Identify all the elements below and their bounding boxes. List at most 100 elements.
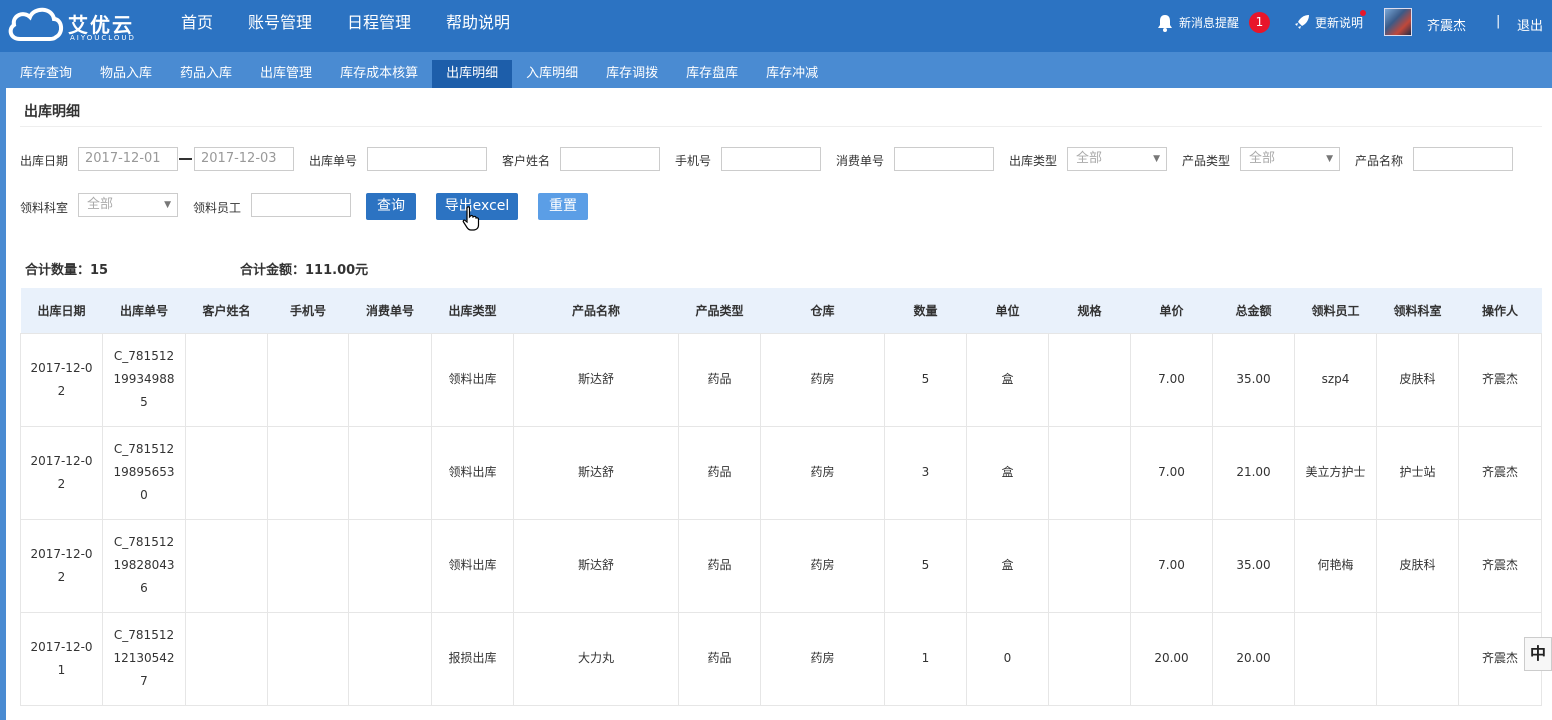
column-header: 出库单号 [102,288,186,333]
total-qty-label: 合计数量： [25,263,91,278]
order-no-input[interactable] [367,147,487,171]
table-header-row: 出库日期 出库单号 客户姓名 手机号 消费单号 出库类型 产品名称 产品类型 仓库 数量 单位 规格单… [20,288,1542,333]
table-body: 2017-12-02 C_781512199349885 领料出库 斯达舒 药品 药房 5 盒… [20,332,1542,706]
ime-indicator[interactable]: 中 [1524,637,1552,671]
updates-link[interactable]: 更新说明 [1315,14,1363,31]
column-header: 消费单号 [348,288,432,333]
table-cell: 2017-12-02 [20,518,103,613]
header-separator: | [1496,14,1501,29]
table-cell: 0 [966,611,1049,706]
table-cell: 斯达舒 [513,332,679,427]
subnav-top-strip [0,52,1552,60]
left-strip [0,52,6,720]
staff-label: 领料员工 [193,201,242,215]
column-header: 出库类型 [431,288,514,333]
table-row[interactable]: 2017-12-02 C_781512199349885 领料出库 斯达舒 药品 药房 5 盒… [20,332,1542,427]
nav-help[interactable]: 帮助说明 [446,0,510,48]
table-cell [267,425,349,520]
phone-label: 手机号 [675,154,712,168]
table-cell: 7.00 [1130,518,1213,613]
updates-dot [1360,10,1366,16]
subnav-goods-in[interactable]: 物品入库 [86,60,166,88]
table-cell: 药品 [678,611,761,706]
table-cell: 盒 [966,425,1049,520]
messages-count-badge: 1 [1249,12,1270,33]
rocket-icon[interactable] [1294,14,1310,30]
nav-schedule[interactable]: 日程管理 [347,0,411,48]
chevron-down-icon: ▼ [164,200,171,210]
consume-no-input[interactable] [894,147,994,171]
subnav-out-manage[interactable]: 出库管理 [246,60,326,88]
table-cell: 药品 [678,518,761,613]
table-cell: 21.00 [1212,425,1295,520]
sub-nav: 库存查询 物品入库 药品入库 出库管理 库存成本核算 出库明细 入库明细 库存调… [6,60,1552,88]
logout-link[interactable]: 退出 [1517,15,1543,34]
column-header: 总金额 [1212,288,1295,333]
avatar[interactable] [1384,8,1412,36]
customer-input[interactable] [560,147,660,171]
table-cell: 齐震杰 [1458,425,1542,520]
table-cell: 1 [884,611,967,706]
staff-input[interactable] [251,193,351,217]
table-cell: 报损出库 [431,611,514,706]
out-detail-table: 出库日期 出库单号 客户姓名 手机号 消费单号 出库类型 产品名称 产品类型 仓库 数量 单位 规格单… [20,288,1542,706]
column-header: 领料员工 [1294,288,1377,333]
order-no-label: 出库单号 [309,154,358,168]
subnav-transfer[interactable]: 库存调拨 [592,60,672,88]
table-cell: C_781512121305427 [102,611,186,706]
nav-home[interactable]: 首页 [181,0,213,48]
subnav-stocktake[interactable]: 库存盘库 [672,60,752,88]
product-name-input[interactable] [1413,147,1513,171]
product-type-value: 全部 [1249,151,1276,166]
column-header: 仓库 [760,288,885,333]
table-cell: C_781512199349885 [102,332,186,427]
column-header: 单位 [966,288,1049,333]
table-cell: 药房 [760,332,885,427]
subnav-cost-accounting[interactable]: 库存成本核算 [326,60,432,88]
reset-button[interactable]: 重置 [538,193,588,220]
subnav-out-detail[interactable]: 出库明细 [432,60,513,88]
date-from-input[interactable]: 2017-12-01 [78,147,178,171]
out-type-select[interactable]: 全部 ▼ [1067,147,1167,171]
table-cell: szp4 [1294,332,1377,427]
nav-account[interactable]: 账号管理 [248,0,312,48]
table-row[interactable]: 2017-12-02 C_781512198280436 领料出库 斯达舒 药品 药房 5 盒… [20,518,1542,613]
product-name-label: 产品名称 [1355,154,1404,168]
messages-link[interactable]: 新消息提醒 [1179,14,1239,31]
dept-select[interactable]: 全部 ▼ [78,193,178,217]
date-to-input[interactable]: 2017-12-03 [194,147,294,171]
bell-icon[interactable] [1157,14,1173,32]
user-name[interactable]: 齐震杰 [1427,15,1466,34]
table-cell [185,611,268,706]
logo[interactable]: 艾优云 AIYOUCLOUD [6,5,156,45]
subnav-offset[interactable]: 库存冲减 [752,60,832,88]
subnav-in-detail[interactable]: 入库明细 [512,60,592,88]
top-header: 艾优云 AIYOUCLOUD 首页 账号管理 日程管理 帮助说明 新消息提醒 1… [0,0,1552,52]
product-type-label: 产品类型 [1182,154,1231,168]
subnav-drug-in[interactable]: 药品入库 [166,60,246,88]
column-header: 操作人 [1458,288,1542,333]
chevron-down-icon: ▼ [1326,154,1333,164]
table-cell [1048,332,1131,427]
table-cell: 7.00 [1130,332,1213,427]
customer-label: 客户姓名 [502,154,551,168]
logo-subtext: AIYOUCLOUD [70,34,136,42]
table-cell: 齐震杰 [1458,332,1542,427]
table-cell [348,425,432,520]
table-cell: 3 [884,425,967,520]
table-row[interactable]: 2017-12-01 C_781512121305427 报损出库 大力丸 药品 药房 1 0… [20,611,1542,706]
product-type-select[interactable]: 全部 ▼ [1240,147,1340,171]
subnav-inventory-query[interactable]: 库存查询 [6,60,86,88]
table-cell [267,611,349,706]
column-header: 出库日期 [20,288,103,333]
query-button[interactable]: 查询 [366,193,416,220]
column-header: 客户姓名 [185,288,268,333]
table-cell: 20.00 [1130,611,1213,706]
phone-input[interactable] [721,147,821,171]
column-header: 单价 [1130,288,1213,333]
table-row[interactable]: 2017-12-02 C_781512198956530 领料出库 斯达舒 药品 药房 3 盒… [20,425,1542,520]
table-cell: 2017-12-02 [20,425,103,520]
table-cell [1376,611,1459,706]
total-qty: 合计数量：15 [25,259,108,278]
out-type-value: 全部 [1076,151,1103,166]
